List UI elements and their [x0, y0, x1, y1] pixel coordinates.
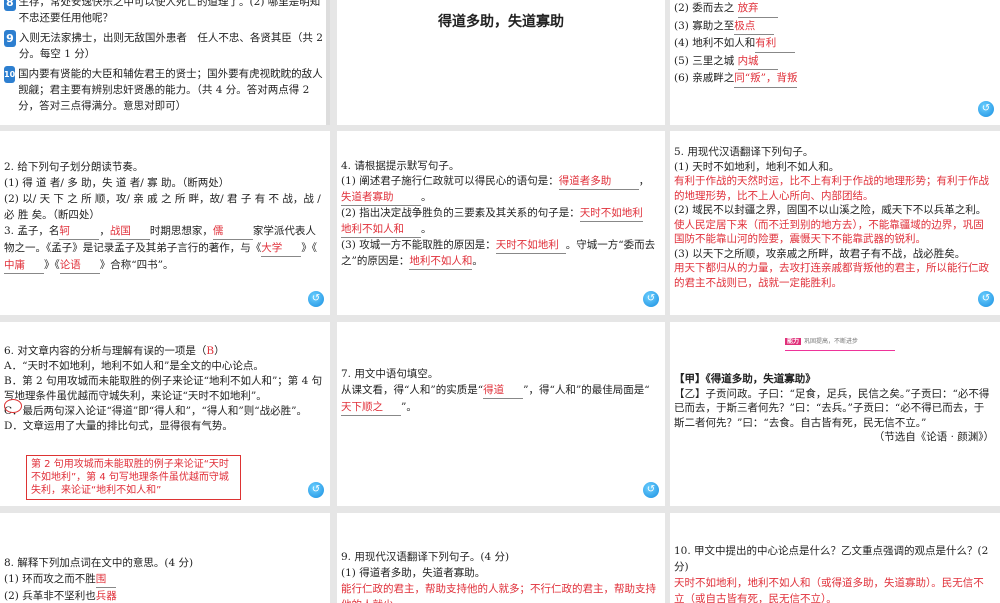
source-note: （节选自《论语 · 颜渊》） — [873, 431, 994, 443]
slide-thumbnail-7[interactable]: 6. 对文章内容的分析与理解有误的一项是（B） A．“天时不如地利，地利不如人和… — [0, 322, 330, 506]
back-arrow-icon[interactable]: ↺ — [308, 482, 324, 498]
slide-thumbnail-8[interactable]: 7. 用文中语句填空。 从课文看，得“人和”的实质是“得道 ”，得“人和”的最佳局… — [337, 322, 665, 506]
section-header: 能力 巩固提高，不断进步 — [785, 334, 895, 351]
part-3: (3) 攻城一方不能取胜的原因是：天时不如地利 。守城一方“委而去之”的原因是：地… — [341, 238, 659, 270]
slide-thumbnail-4[interactable]: 2. 给下列句子划分朗读节奏。 (1) 得 道 者/ 多 助，失 道 者/ 寡 … — [0, 131, 330, 315]
part-2: (2) 指出决定战争胜负的三要素及其关系的句子是：天时不如地利 地利不如人和。 — [341, 206, 659, 238]
sentence: (1) 得道者多助，失道者寡助。 — [341, 567, 486, 579]
back-arrow-icon[interactable]: ↺ — [978, 291, 994, 307]
back-arrow-icon[interactable]: ↺ — [978, 101, 994, 117]
answer-list: 8 生存，常处安逸快乐之中可以使人死亡的道理了。(2) 哪里是明知不忠还要任用他呢… — [4, 0, 324, 118]
number-badge: 10 — [4, 66, 16, 83]
vocab-item: (2) 委而去之 放弃 — [674, 0, 994, 18]
slide-thumbnail-2[interactable]: 得道多助，失道寡助 — [337, 0, 665, 125]
number-badge: 9 — [4, 30, 16, 47]
slide-thumbnail-5[interactable]: 4. 请根据提示默写句子。 (1) 阐述君子施行仁政就可以得民心的语句是：得道者… — [337, 131, 665, 315]
answer-text: 国内要有贤能的大臣和辅佐君王的贤士；国外要有虎视眈眈的敌人觊觎；君主要有辨别忠奸… — [18, 68, 323, 112]
question-10: 10. 甲文中提出的中心论点是什么？乙文重点强调的观点是什么？(2 分) — [674, 545, 989, 573]
number-badge: 8 — [4, 0, 16, 11]
vocab-item: (5) 三里之城 内城 — [674, 53, 994, 70]
sentence-1: (1) 得 道 者/ 多 助，失 道 者/ 寡 助。（断两处） — [4, 177, 230, 189]
back-arrow-icon[interactable]: ↺ — [643, 291, 659, 307]
option-a: A．“天时不如地利，地利不如人和”是全文的中心论点。 — [4, 360, 264, 372]
scrollbar[interactable] — [326, 0, 330, 125]
explanation-callout: 第 2 句用攻城而未能取胜的例子来论证“天时不如地利”，第 4 句写地理条件虽优… — [26, 455, 241, 500]
slide-thumbnail-1[interactable]: 8 生存，常处安逸快乐之中可以使人死亡的道理了。(2) 哪里是明知不忠还要任用他呢… — [0, 0, 330, 125]
question-7: 7. 用文中语句填空。 — [341, 368, 439, 380]
slide-thumbnail-10[interactable]: 8. 解释下列加点词在文中的意思。(4 分) (1) 环而攻之而不胜围 (2) … — [0, 513, 330, 603]
slide-title: 得道多助，失道寡助 — [438, 14, 564, 30]
vocab-item: (3) 寡助之至极点 — [674, 18, 994, 35]
slide-thumbnail-11[interactable]: 9. 用现代汉语翻译下列句子。(4 分) (1) 得道者多助，失道者寡助。 能行… — [337, 513, 665, 603]
slide-thumbnail-12[interactable]: 10. 甲文中提出的中心论点是什么？乙文重点强调的观点是什么？(2 分) 天时不… — [670, 513, 1000, 603]
slide-thumbnail-9[interactable]: 能力 巩固提高，不断进步 【甲】《得道多助，失道寡助》 【乙】子贡问政。子曰：“足… — [670, 322, 1000, 506]
answer-circle — [4, 399, 22, 413]
slide-thumbnail-3[interactable]: (2) 委而去之 放弃 (3) 寡助之至极点 (4) 地利不如人和有利 (5) … — [670, 0, 1000, 125]
sentence: (3) 以天下之所顺，攻亲戚之所畔，故君子有不战，战必胜矣。 — [674, 247, 966, 260]
item: (2) 兵革非不坚利也兵器 — [4, 590, 117, 602]
fill-blank: 从课文看，得“人和”的实质是“得道 ”，得“人和”的最佳局面是“天下顺之”。 — [341, 382, 659, 416]
back-arrow-icon[interactable]: ↺ — [308, 291, 324, 307]
vocab-item: (6) 亲戚畔之同“叛”，背叛 — [674, 70, 994, 88]
question-8: 8. 解释下列加点词在文中的意思。(4 分) — [4, 557, 194, 569]
question-2: 2. 给下列句子划分朗读节奏。 — [4, 161, 144, 173]
question-9: 9. 用现代汉语翻译下列句子。(4 分) — [341, 551, 510, 563]
passage-jia-title: 【甲】《得道多助，失道寡助》 — [674, 373, 816, 385]
question-6: 6. 对文章内容的分析与理解有误的一项是（B） — [4, 345, 225, 357]
question-4: 4. 请根据提示默写句子。 — [341, 160, 460, 172]
vocab-item: (4) 地利不如人和有利 — [674, 35, 994, 53]
item: (1) 环而攻之而不胜围 — [4, 571, 324, 588]
option-d: D．文章运用了大量的排比句式，显得很有气势。 — [4, 420, 233, 432]
passage-yi: 【乙】子贡问政。子曰：“足食，足兵，民信之矣。”子贡曰：“必不得已而去，于斯三者… — [674, 387, 990, 429]
sentence: (1) 天时不如地利，地利不如人和。 — [674, 160, 840, 173]
option-c: C．最后两句深入论证“得道”即“得人和”，“得人和”则“战必胜”。 — [4, 405, 307, 417]
question-3: 3. 孟子，名轲 ，战国 时期思想家，儒 家学派代表人物之一。《孟子》是记录孟子及其弟… — [4, 223, 324, 274]
answer-text: 生存，常处安逸快乐之中可以使人死亡的道理了。(2) 哪里是明知不忠还要任用他呢？ — [18, 0, 321, 24]
back-arrow-icon[interactable]: ↺ — [643, 482, 659, 498]
translation: 使人民定居下来（而不迁到别的地方去），不能靠疆域的边界，巩固国防不能靠山河的险要… — [674, 218, 984, 246]
sentence: (2) 域民不以封疆之界，固国不以山溪之险，威天下不以兵革之利。 — [674, 204, 987, 216]
translation: 有利于作战的天然时运，比不上有利于作战的地理形势；有利于作战的地理形势，比不上人… — [674, 175, 989, 202]
question-5: 5. 用现代汉语翻译下列句子。 — [674, 146, 814, 158]
translation: 用天下都归从的力量，去攻打连亲戚都背叛他的君主，所以能行仁政的君主不战则已，战就… — [674, 262, 989, 289]
slide-thumbnail-6[interactable]: 5. 用现代汉语翻译下列句子。 (1) 天时不如地利，地利不如人和。 有利于作战… — [670, 131, 1000, 315]
option-b: B．第 2 句用攻城而未能取胜的例子来论证“地利不如人和”；第 4 句写地理条件… — [4, 375, 323, 402]
answer: 天时不如地利，地利不如人和（或得道多助，失道寡助）。民无信不立（或自古皆有死，民… — [674, 577, 984, 603]
part-1: (1) 阐述君子施行仁政就可以得民心的语句是：得道者多助 ，失道者寡助。 — [341, 174, 659, 206]
sentence-2: (2) 以/ 天 下 之 所 顺，攻/ 亲 戚 之 所 畔，故/ 君 子 有 不… — [4, 193, 321, 221]
answer-text: 入则无法家拂士，出则无敌国外患者 任人不忠、各贤其臣（共 2 分。每空 1 分） — [18, 32, 323, 60]
